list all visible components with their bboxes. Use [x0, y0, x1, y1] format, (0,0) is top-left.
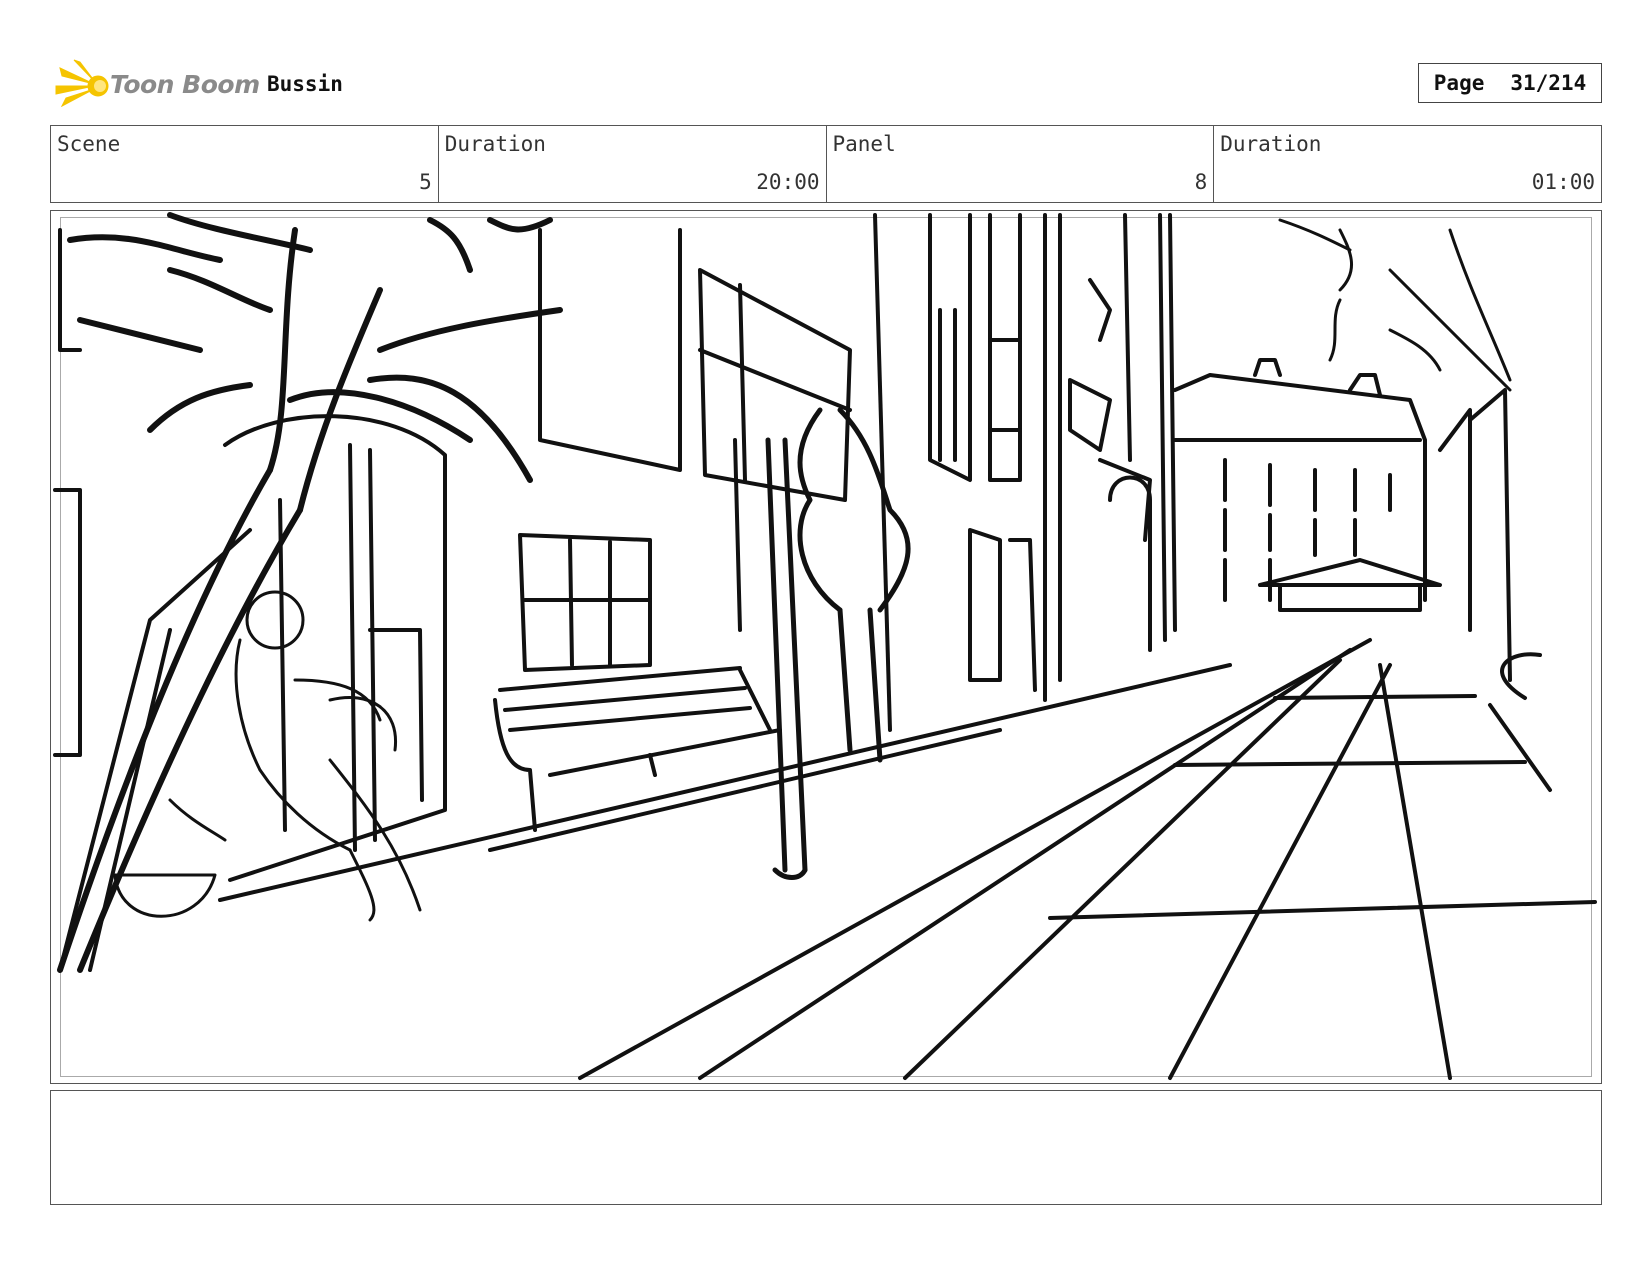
signpost: [765, 437, 808, 880]
storyboard-sketch-image: [53, 212, 1597, 1080]
left-tree: [57, 212, 563, 973]
panel-label: Panel: [832, 132, 896, 156]
planter: [113, 798, 227, 918]
scene-duration-value: 20:00: [756, 170, 820, 194]
middle-buildings: [873, 213, 1177, 732]
project-title: Bussin: [267, 72, 343, 96]
panel-value: 8: [1194, 170, 1208, 194]
scene-duration-label: Duration: [444, 132, 546, 156]
logo-wordmark: Toon Boom: [110, 70, 260, 99]
bench: [493, 666, 782, 832]
small-tree: [797, 407, 911, 763]
scene-duration-cell: Duration 20:00: [439, 126, 827, 202]
page-number: 31/214: [1510, 71, 1587, 95]
page-label: Page: [1433, 71, 1485, 95]
left-building: [53, 228, 682, 757]
panel-duration-cell: Duration 01:00: [1214, 126, 1601, 202]
street-lines: [578, 638, 1597, 1080]
right-tree: [1278, 218, 1512, 392]
leaning-board: [58, 528, 252, 972]
scene-label: Scene: [57, 132, 121, 156]
distant-building: [1173, 358, 1512, 682]
panel-cell: Panel 8: [827, 126, 1215, 202]
panel-notes-box: [50, 1090, 1602, 1205]
scene-cell: Scene 5: [51, 126, 439, 202]
panel-info-bar: Scene 5 Duration 20:00 Panel 8 Duration …: [50, 125, 1602, 203]
scene-value: 5: [419, 170, 432, 194]
panel-duration-value: 01:00: [1531, 170, 1595, 194]
panel-duration-label: Duration: [1220, 132, 1322, 156]
page-indicator: Page 31/214: [1418, 63, 1602, 103]
